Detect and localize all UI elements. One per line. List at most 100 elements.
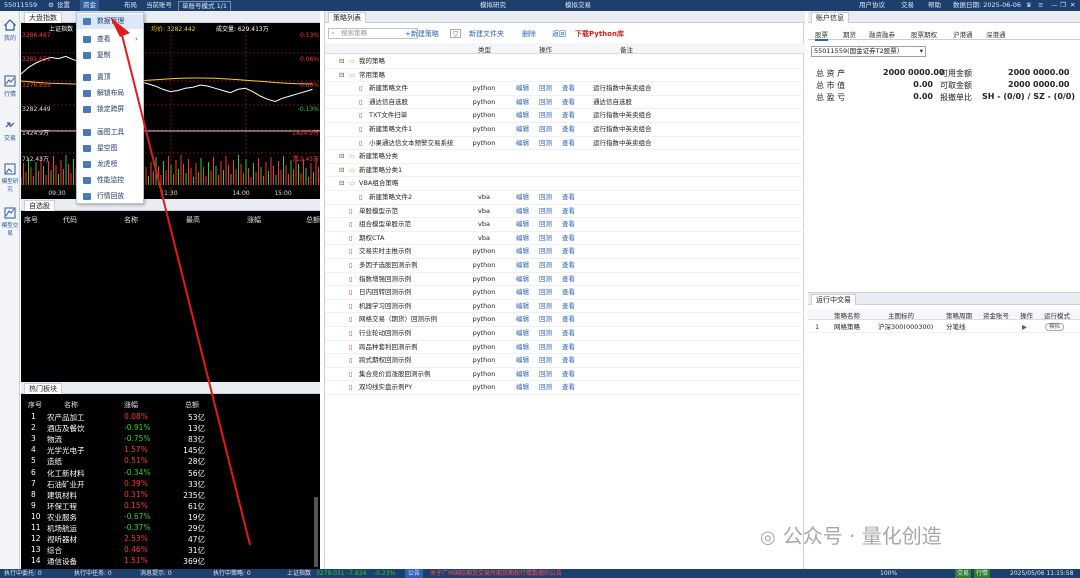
view-link[interactable]: 查看 xyxy=(562,368,575,382)
tab-strategy-list[interactable]: 策略列表 xyxy=(328,12,366,23)
table-row[interactable]: ▯ 集合竞价追涨股回测示例 python 编辑 回测 查看 xyxy=(325,368,805,382)
view-link[interactable]: 查看 xyxy=(562,96,575,110)
edit-link[interactable]: 编辑 xyxy=(516,109,529,123)
view-link[interactable]: 查看 xyxy=(562,354,575,368)
col-operation[interactable]: 操作 xyxy=(1020,310,1033,320)
collapse-icon[interactable]: ⊟ xyxy=(339,69,344,83)
col-main-target[interactable]: 主图标的 xyxy=(888,310,914,320)
new-folder-button[interactable]: 新建文件夹 xyxy=(469,28,504,40)
settings-icon[interactable]: ⚙ xyxy=(48,0,54,11)
table-row[interactable]: ▯ 组合模型单股示范 vba 编辑 回测 查看 xyxy=(325,218,805,232)
filter-icon[interactable]: ▽ xyxy=(450,29,462,38)
funds-menu[interactable]: 资金 xyxy=(80,0,99,11)
table-row[interactable]: ▯ 双均线实盘示例PY python 编辑 回测 查看 xyxy=(325,381,805,395)
delete-button[interactable]: 删除 xyxy=(522,28,536,40)
tab-hot-sectors[interactable]: 热门板块 xyxy=(24,383,62,394)
nav-model-research[interactable]: 模型研究 xyxy=(0,159,20,193)
backtest-link[interactable]: 回测 xyxy=(539,273,552,287)
edit-link[interactable]: 编辑 xyxy=(516,341,529,355)
edit-link[interactable]: 编辑 xyxy=(516,313,529,327)
collapse-icon[interactable]: ⊟ xyxy=(339,150,344,164)
table-row[interactable]: ▯ 新建策略文件1 python 编辑 回测 查看 运行指数中英卖组合 xyxy=(325,123,805,137)
backtest-link[interactable]: 回测 xyxy=(539,245,552,259)
tab-account-info[interactable]: 账户信息 xyxy=(811,12,849,23)
table-row[interactable]: ▯ 小果通达信文本预警交易系统 python 编辑 回测 查看 运行指数中英卖组合 xyxy=(325,137,805,151)
subtab-stock[interactable]: 股票 xyxy=(815,29,828,41)
view-link[interactable]: 查看 xyxy=(562,273,575,287)
subtab-options[interactable]: 股票期权 xyxy=(911,29,937,39)
new-strategy-button[interactable]: +新建策略 xyxy=(405,28,439,40)
col-seq[interactable]: 序号 xyxy=(24,215,38,225)
view-link[interactable]: 查看 xyxy=(562,286,575,300)
edit-link[interactable]: 编辑 xyxy=(516,354,529,368)
close-icon[interactable]: ✕ xyxy=(1070,0,1075,11)
minimize-icon[interactable]: — xyxy=(1051,0,1058,11)
view-link[interactable]: 查看 xyxy=(562,300,575,314)
table-row[interactable]: 1 网格策略 沪深300(000300) 分笔线 ▶ 模拟 xyxy=(808,321,1080,333)
backtest-link[interactable]: 回测 xyxy=(539,218,552,232)
download-python-button[interactable]: 下载Python库 xyxy=(575,28,624,40)
menu-icon[interactable]: ≡ xyxy=(1038,0,1043,11)
col-note[interactable]: 备注 xyxy=(620,44,633,54)
view-link[interactable]: 查看 xyxy=(562,82,575,96)
nav-quotes[interactable]: 行情 xyxy=(0,71,20,105)
col-name[interactable]: 名称 xyxy=(64,400,78,410)
backtest-link[interactable]: 回测 xyxy=(539,300,552,314)
subtab-margin[interactable]: 融资融券 xyxy=(869,29,895,39)
edit-link[interactable]: 编辑 xyxy=(516,300,529,314)
table-row[interactable]: ▯ 交易实时主推示例 python 编辑 回测 查看 xyxy=(325,245,805,259)
col-fund-account[interactable]: 资金账号 xyxy=(983,310,1009,320)
backtest-link[interactable]: 回测 xyxy=(539,354,552,368)
tab-running-trades[interactable]: 运行中交易 xyxy=(811,294,856,305)
edit-link[interactable]: 编辑 xyxy=(516,191,529,205)
edit-link[interactable]: 编辑 xyxy=(516,381,529,395)
view-link[interactable]: 查看 xyxy=(562,109,575,123)
help-link[interactable]: 帮助 xyxy=(928,0,941,11)
backtest-link[interactable]: 回测 xyxy=(539,109,552,123)
edit-link[interactable]: 编辑 xyxy=(516,327,529,341)
collapse-icon[interactable]: ⊟ xyxy=(339,177,344,191)
col-type[interactable]: 类型 xyxy=(478,44,491,54)
edit-link[interactable]: 编辑 xyxy=(516,137,529,151)
edit-link[interactable]: 编辑 xyxy=(516,286,529,300)
subtab-sh-hk[interactable]: 沪港通 xyxy=(953,29,973,39)
trade-link[interactable]: 交易 xyxy=(901,0,914,11)
backtest-link[interactable]: 回测 xyxy=(539,259,552,273)
list-item[interactable]: 14 通信设备 1.51% 369亿 xyxy=(21,556,311,567)
folder-row[interactable]: ⊟ ▭ 常用策略 xyxy=(325,69,805,83)
edit-link[interactable]: 编辑 xyxy=(516,245,529,259)
view-link[interactable]: 查看 xyxy=(562,245,575,259)
backtest-link[interactable]: 回测 xyxy=(539,82,552,96)
backtest-link[interactable]: 回测 xyxy=(539,286,552,300)
account-select[interactable]: 55011559(国金证券T2股票） ▾ xyxy=(811,46,926,57)
collapse-icon[interactable]: ⊟ xyxy=(339,55,344,69)
table-row[interactable]: ▯ 指数增强回测示例 python 编辑 回测 查看 xyxy=(325,273,805,287)
play-icon[interactable]: ▶ xyxy=(1022,321,1027,333)
table-row[interactable]: ▯ 机器学习回测示例 python 编辑 回测 查看 xyxy=(325,300,805,314)
view-link[interactable]: 查看 xyxy=(562,381,575,395)
nav-model-trade[interactable]: 模型交易 xyxy=(0,203,20,237)
backtest-link[interactable]: 回测 xyxy=(539,368,552,382)
table-row[interactable]: ▯ 新建策略文件2 vba 编辑 回测 查看 xyxy=(325,191,805,205)
settings-menu[interactable]: 设置 xyxy=(57,0,70,11)
view-link[interactable]: 查看 xyxy=(562,313,575,327)
edit-link[interactable]: 编辑 xyxy=(516,218,529,232)
edit-link[interactable]: 编辑 xyxy=(516,259,529,273)
table-row[interactable]: ▯ 多因子选股回测示例 python 编辑 回测 查看 xyxy=(325,259,805,273)
user-agreement-link[interactable]: 用户协议 xyxy=(859,0,885,11)
folder-row[interactable]: ⊟ ▭ VBA组合策略 xyxy=(325,177,805,191)
backtest-link[interactable]: 回测 xyxy=(539,205,552,219)
table-row[interactable]: ▯ 行业轮动回测示例 python 编辑 回测 查看 xyxy=(325,327,805,341)
view-link[interactable]: 查看 xyxy=(562,191,575,205)
subtab-sz-hk[interactable]: 深港通 xyxy=(986,29,1006,39)
view-link[interactable]: 查看 xyxy=(562,218,575,232)
edit-link[interactable]: 编辑 xyxy=(516,273,529,287)
backtest-link[interactable]: 回测 xyxy=(539,191,552,205)
view-link[interactable]: 查看 xyxy=(562,137,575,151)
tab-index[interactable]: 大盘指数 xyxy=(24,12,62,23)
table-row[interactable]: ▯ 日内回转回测示例 python 编辑 回测 查看 xyxy=(325,286,805,300)
table-row[interactable]: ▯ 网格交易（期货）回测示例 python 编辑 回测 查看 xyxy=(325,313,805,327)
edit-link[interactable]: 编辑 xyxy=(516,96,529,110)
backtest-link[interactable]: 回测 xyxy=(539,137,552,151)
table-row[interactable]: ▯ 新建策略文件 python 编辑 回测 查看 运行指数中英卖组合 xyxy=(325,82,805,96)
